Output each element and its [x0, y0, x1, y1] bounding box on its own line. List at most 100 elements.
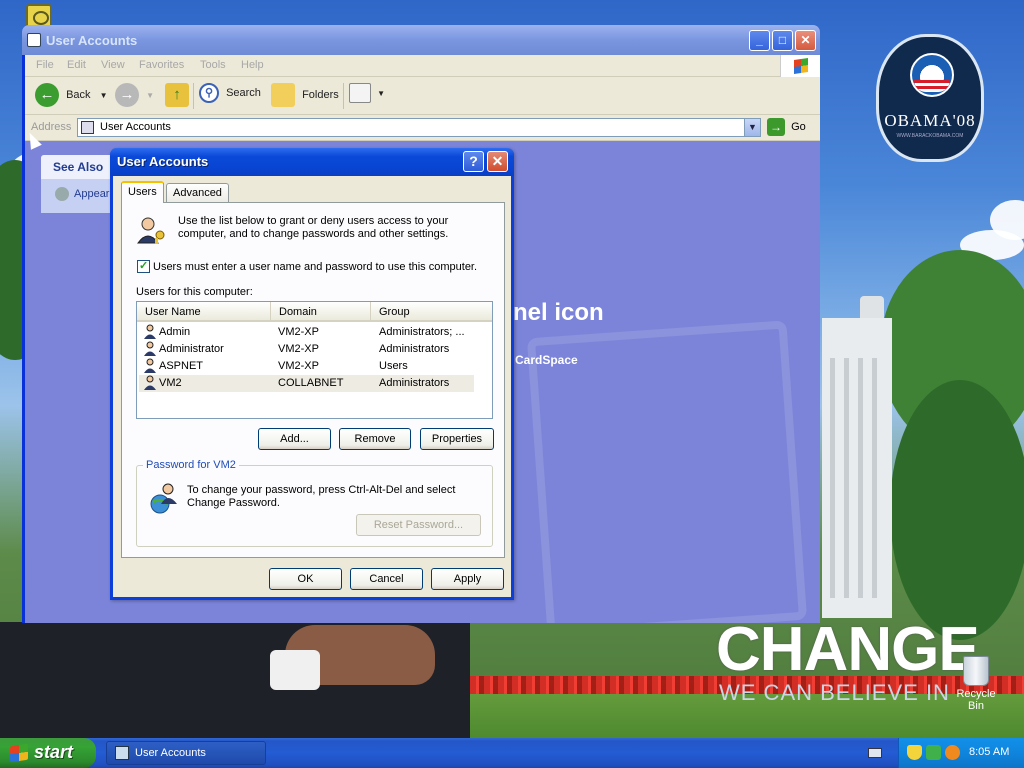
- search-button[interactable]: ⚲ Search: [199, 83, 261, 109]
- windows-logo: [780, 55, 820, 77]
- user-group: Administrators: [379, 343, 450, 355]
- back-button[interactable]: ← Back ▼: [35, 83, 108, 109]
- cancel-button[interactable]: Cancel: [350, 568, 423, 590]
- go-button[interactable]: → Go: [767, 118, 806, 137]
- windows-flag-icon: [10, 743, 28, 763]
- column-header-domain[interactable]: Domain: [271, 302, 371, 322]
- recycle-bin-label: Recycle Bin: [956, 688, 996, 712]
- require-login-checkbox[interactable]: [137, 259, 150, 273]
- user-icon: [144, 375, 156, 390]
- add-user-button[interactable]: Add...: [258, 428, 331, 450]
- user-group: Administrators: [379, 377, 450, 389]
- forward-dropdown-icon[interactable]: ▼: [146, 91, 154, 100]
- search-icon: ⚲: [199, 83, 219, 103]
- views-icon: [349, 83, 371, 103]
- views-button[interactable]: ▼: [349, 83, 385, 109]
- address-input[interactable]: User Accounts ▼: [77, 118, 761, 137]
- taskbar-button-label: User Accounts: [135, 747, 206, 759]
- forward-button[interactable]: → ▼: [115, 83, 154, 109]
- security-shield-icon[interactable]: [907, 745, 922, 760]
- go-label: Go: [791, 121, 806, 133]
- toolbar-separator: [343, 83, 344, 109]
- tab-advanced[interactable]: Advanced: [166, 183, 229, 202]
- pick-heading: nel icon: [513, 299, 604, 326]
- user-icon: [144, 341, 156, 356]
- clock[interactable]: 8:05 AM: [969, 746, 1009, 758]
- standard-toolbar: ← Back ▼ → ▼ ↑ ⚲ Search Folders ▼: [25, 77, 820, 115]
- user-domain: VM2-XP: [278, 360, 319, 372]
- user-domain: VM2-XP: [278, 326, 319, 338]
- up-folder-icon: ↑: [165, 83, 189, 107]
- recycle-bin[interactable]: Recycle Bin: [948, 656, 1004, 712]
- tab-users[interactable]: Users: [121, 181, 164, 203]
- intro-text: Use the list below to grant or deny user…: [178, 215, 449, 240]
- search-tray-icon[interactable]: [945, 745, 960, 760]
- menu-help[interactable]: Help: [241, 59, 264, 71]
- ok-button[interactable]: OK: [269, 568, 342, 590]
- user-row[interactable]: ASPNET VM2-XP Users: [139, 358, 474, 375]
- start-button[interactable]: start: [0, 738, 96, 768]
- user-name: VM2: [159, 377, 182, 389]
- dialog-close-button[interactable]: ✕: [487, 151, 508, 172]
- slogan-title: CHANGE: [716, 615, 980, 684]
- address-label: Address: [31, 121, 72, 133]
- user-domain: COLLABNET: [278, 377, 344, 389]
- window-icon: [115, 746, 129, 760]
- back-dropdown-icon[interactable]: ▼: [100, 91, 108, 100]
- recycle-bin-icon[interactable]: [963, 656, 989, 686]
- up-folder-button[interactable]: ↑: [165, 83, 189, 109]
- views-dropdown-icon[interactable]: ▼: [377, 89, 385, 98]
- keyboard-icon[interactable]: [868, 748, 882, 758]
- require-login-label[interactable]: Users must enter a user name and passwor…: [153, 261, 477, 273]
- toolbar-separator: [193, 83, 194, 109]
- user-name: ASPNET: [159, 360, 204, 372]
- folders-label: Folders: [302, 89, 339, 101]
- go-arrow-icon: →: [767, 118, 785, 136]
- window-icon: [27, 33, 41, 47]
- column-header-group[interactable]: Group: [371, 302, 492, 322]
- users-list[interactable]: User Name Domain Group Admin VM2-XP Admi…: [136, 301, 493, 419]
- user-name: Admin: [159, 326, 191, 338]
- taskbar: start User Accounts 8:05 AM: [0, 738, 1024, 768]
- user-row-selected[interactable]: VM2 COLLABNET Administrators: [139, 375, 474, 392]
- user-row[interactable]: Admin VM2-XP Administrators; ...: [139, 324, 474, 341]
- menu-favorites[interactable]: Favorites: [139, 59, 184, 71]
- apply-button[interactable]: Apply: [431, 568, 504, 590]
- menu-tools[interactable]: Tools: [200, 59, 226, 71]
- network-icon[interactable]: [926, 745, 941, 760]
- menu-file[interactable]: File: [36, 59, 54, 71]
- see-also-link[interactable]: Appear: [55, 187, 109, 201]
- user-icon: [144, 324, 156, 339]
- menu-edit[interactable]: Edit: [67, 59, 86, 71]
- control-panel-icon: [81, 121, 94, 134]
- user-icon: [144, 358, 156, 373]
- column-header-user-name[interactable]: User Name: [137, 302, 271, 322]
- properties-button[interactable]: Properties: [420, 428, 494, 450]
- explorer-titlebar[interactable]: User Accounts _ □ ✕: [22, 25, 820, 55]
- white-house: [822, 318, 892, 618]
- help-button[interactable]: ?: [463, 151, 484, 172]
- dialog-titlebar[interactable]: User Accounts ? ✕: [110, 148, 514, 176]
- cardspace-link[interactable]: CardSpace: [515, 353, 578, 367]
- close-button[interactable]: ✕: [795, 30, 816, 51]
- user-row[interactable]: Administrator VM2-XP Administrators: [139, 341, 474, 358]
- folders-button[interactable]: Folders: [271, 83, 339, 109]
- search-label: Search: [226, 87, 261, 99]
- user-group: Administrators; ...: [379, 326, 465, 338]
- windows-flag-icon: [794, 58, 808, 74]
- see-also-link-label: Appear: [74, 187, 110, 200]
- remove-user-button[interactable]: Remove: [339, 428, 411, 450]
- address-dropdown-icon[interactable]: ▼: [744, 119, 760, 136]
- minimize-button[interactable]: _: [749, 30, 770, 51]
- logo-text: OBAMA'08: [884, 111, 976, 130]
- user-accounts-dialog: User Accounts ? ✕ Users Advanced Use the…: [110, 148, 514, 600]
- taskbar-button-user-accounts[interactable]: User Accounts: [106, 741, 266, 765]
- tree: [890, 380, 1024, 640]
- reset-password-button[interactable]: Reset Password...: [356, 514, 481, 536]
- menu-view[interactable]: View: [101, 59, 125, 71]
- password-instructions: To change your password, press Ctrl-Alt-…: [187, 484, 456, 509]
- address-bar: Address User Accounts ▼ → Go: [25, 115, 820, 141]
- users-keys-icon: [137, 217, 165, 244]
- maximize-button[interactable]: □: [772, 30, 793, 51]
- password-group-legend: Password for VM2: [143, 459, 239, 471]
